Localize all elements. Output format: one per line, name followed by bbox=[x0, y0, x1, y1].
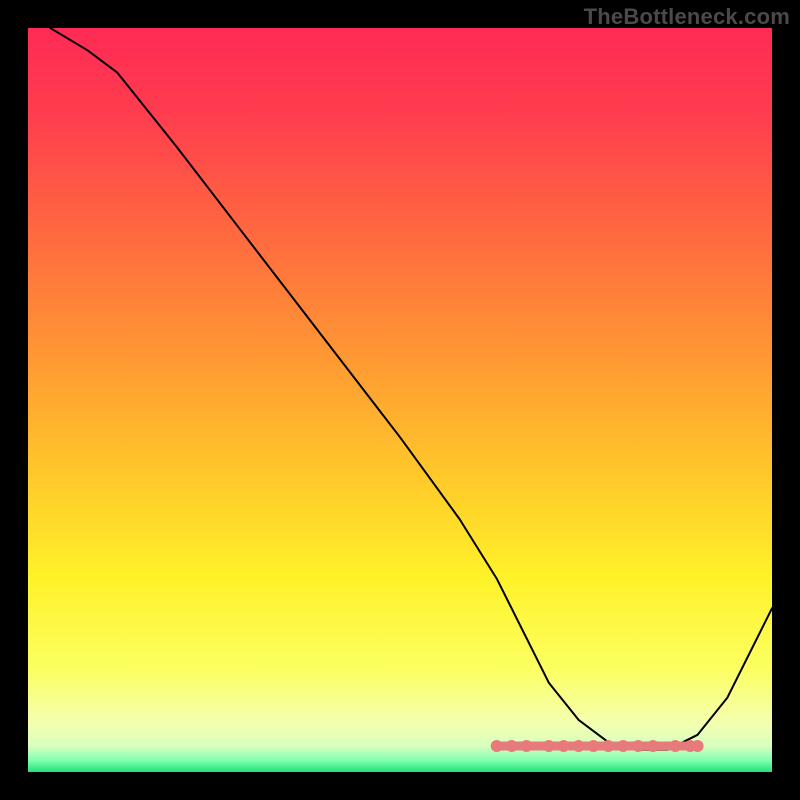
marker-dot bbox=[632, 740, 644, 752]
chart-svg bbox=[28, 28, 772, 772]
marker-dot bbox=[669, 740, 681, 752]
marker-dot bbox=[543, 740, 555, 752]
watermark-text: TheBottleneck.com bbox=[584, 4, 790, 30]
marker-dot bbox=[506, 740, 518, 752]
marker-dot bbox=[617, 740, 629, 752]
marker-dot bbox=[587, 740, 599, 752]
marker-dot bbox=[602, 740, 614, 752]
marker-dot bbox=[647, 740, 659, 752]
marker-dot bbox=[491, 740, 503, 752]
marker-dot bbox=[573, 740, 585, 752]
marker-dot bbox=[692, 740, 704, 752]
gradient-background bbox=[28, 28, 772, 772]
marker-dot bbox=[521, 740, 533, 752]
optimal-range-markers bbox=[491, 740, 704, 752]
chart-frame: TheBottleneck.com bbox=[0, 0, 800, 800]
marker-dot bbox=[558, 740, 570, 752]
plot-area bbox=[28, 28, 772, 772]
